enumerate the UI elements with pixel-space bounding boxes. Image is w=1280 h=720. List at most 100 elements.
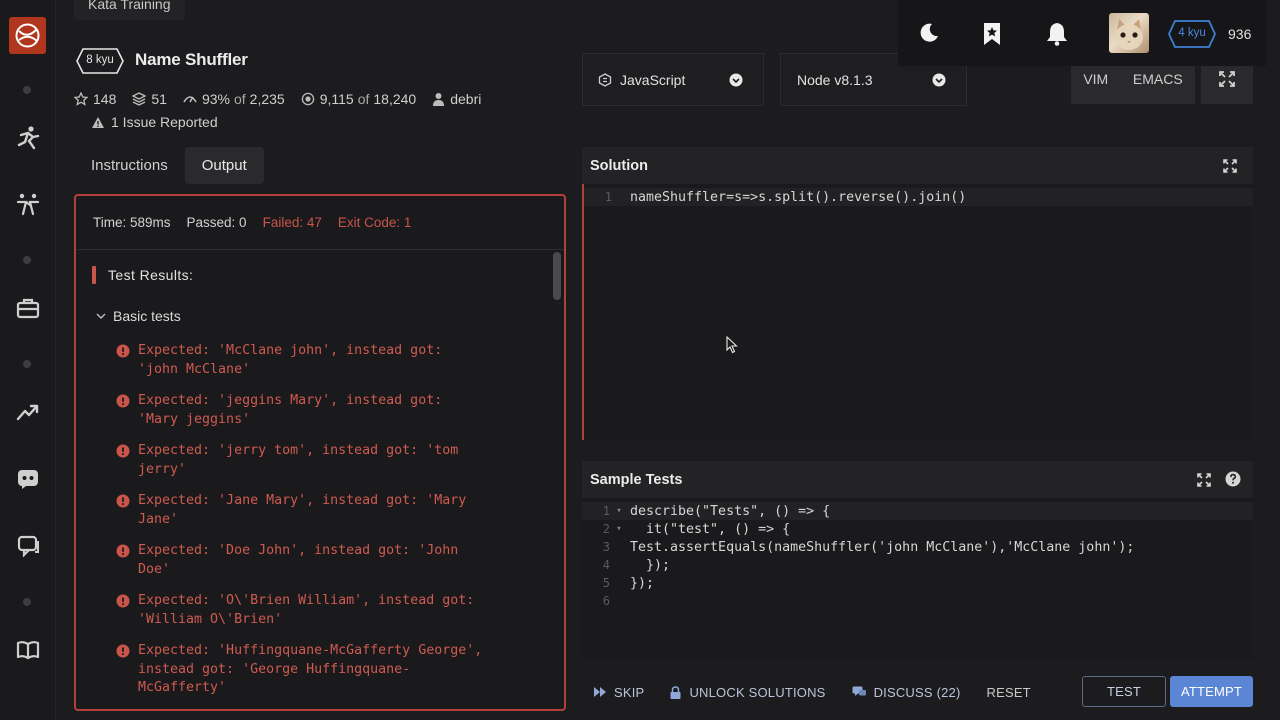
completed-stat: 9,115 of 18,240 [301, 91, 416, 107]
reset-button[interactable]: RESET [986, 685, 1030, 700]
unlock-solutions-button[interactable]: UNLOCK SOLUTIONS [670, 685, 825, 700]
solution-code[interactable]: 1 nameShuffler=s=>s.split().reverse().jo… [582, 184, 1253, 440]
test-button[interactable]: TEST [1082, 676, 1166, 707]
attempt-button[interactable]: ATTEMPT [1170, 676, 1253, 707]
completed-icon [301, 92, 314, 106]
book-icon[interactable] [14, 636, 42, 664]
failure-item: Expected: 'jerry tom', instead got: 'tom… [116, 442, 556, 479]
code-text: }); [630, 557, 671, 573]
fold-toggle[interactable]: ▾ [612, 524, 626, 534]
collections-stat[interactable]: 51 [132, 91, 167, 107]
discuss-icon [852, 686, 866, 696]
discuss-label: DISCUSS (22) [873, 684, 961, 700]
codewars-logo-icon[interactable] [9, 17, 46, 54]
fold-toggle[interactable]: ▾ [612, 506, 626, 516]
run-time: Time: 589ms [93, 215, 171, 230]
skip-button[interactable]: SKIP [594, 685, 644, 700]
honor-score: 936 [1228, 26, 1252, 42]
tab-output[interactable]: Output [184, 147, 264, 184]
failure-item: Expected: 'McClane john', instead got: '… [116, 342, 556, 379]
sample-tests-title: Sample Tests [590, 471, 683, 488]
briefcase-icon[interactable] [14, 294, 42, 322]
run-summary: Time: 589ms Passed: 0 Failed: 47 Exit Co… [76, 196, 564, 250]
discuss-button[interactable]: DISCUSS (22) [852, 685, 961, 700]
error-icon [116, 544, 130, 558]
expand-icon[interactable] [1223, 159, 1237, 173]
satisfaction-percent: 93% [201, 91, 230, 107]
completed-count: 9,115 [319, 91, 354, 107]
code-text: nameShuffler=s=>s.split().reverse().join… [630, 189, 967, 205]
help-icon[interactable] [1225, 471, 1241, 487]
completed-of: of [357, 91, 370, 107]
leaderboard-icon[interactable] [14, 398, 42, 426]
kyu-label: 8 kyu [86, 54, 114, 66]
passed-count: Passed: 0 [186, 215, 247, 230]
author-stat[interactable]: debri [432, 91, 481, 107]
code-line: 3 Test.assertEquals(nameShuffler('john M… [582, 538, 1253, 556]
failure-message: Expected: 'jerry tom', instead got: 'tom… [138, 443, 459, 477]
left-sidebar [0, 0, 56, 720]
language-select[interactable]: JavaScript [582, 53, 764, 106]
test-group-toggle[interactable]: Basic tests [96, 308, 181, 324]
stars-stat[interactable]: 148 [74, 91, 116, 107]
line-number: 5 [602, 576, 610, 590]
test-results-heading: Test Results: [92, 266, 193, 284]
stars-count: 148 [93, 91, 117, 107]
solution-header: Solution [582, 147, 1253, 184]
failure-message: Expected: 'Doe John', instead got: 'John… [138, 543, 459, 577]
line-number: 3 [602, 540, 610, 554]
output-panel: Time: 589ms Passed: 0 Failed: 47 Exit Co… [74, 194, 566, 711]
vim-mode-button[interactable]: VIM [1083, 71, 1108, 87]
line-number: 6 [602, 594, 610, 608]
satisfaction-icon [183, 96, 197, 103]
satisfaction-stat: 93% of 2,235 [183, 91, 285, 107]
failure-list: Expected: 'McClane john', instead got: '… [116, 342, 556, 709]
test-results-title: Test Results: [108, 267, 194, 283]
javascript-icon [598, 72, 612, 87]
sidebar-divider-dot [23, 360, 31, 368]
skip-label: SKIP [614, 684, 645, 700]
line-number: 4 [602, 558, 610, 572]
failure-item: Expected: 'O\'Brien William', instead go… [116, 592, 556, 629]
failure-item: Expected: 'Jane Mary', instead got: 'Mar… [116, 492, 556, 529]
action-bar: SKIP UNLOCK SOLUTIONS DISCUSS (22) RESET… [582, 672, 1253, 712]
issues-text: 1 Issue Reported [111, 114, 218, 130]
test-group-label: Basic tests [113, 308, 181, 324]
dojo-icon[interactable] [14, 190, 42, 218]
skip-icon [594, 687, 606, 697]
bookmark-icon[interactable] [982, 22, 1002, 46]
failure-item: Expected: 'Huffingquane-McGafferty Georg… [116, 642, 556, 698]
chat-icon[interactable] [14, 532, 42, 560]
expand-icon[interactable] [1197, 473, 1211, 487]
collections-count: 51 [151, 91, 167, 107]
training-icon[interactable] [14, 124, 42, 152]
exit-code: Exit Code: 1 [337, 215, 412, 230]
emacs-mode-button[interactable]: EMACS [1133, 71, 1183, 87]
sidebar-divider-dot [23, 256, 31, 264]
error-icon [116, 394, 130, 408]
code-line: 6 [582, 592, 1253, 610]
unlock-label: UNLOCK SOLUTIONS [689, 684, 826, 700]
output-scrollbar[interactable] [553, 252, 561, 300]
line-number: 1 [604, 190, 612, 204]
runtime-value: Node v8.1.3 [797, 71, 873, 88]
solution-editor: Solution 1 nameShuffler=s=>s.split().rev… [582, 147, 1253, 440]
star-icon [74, 92, 88, 106]
code-text: Test.assertEquals(nameShuffler('john McC… [630, 539, 1135, 555]
bell-icon[interactable] [1046, 22, 1068, 46]
kyu-badge: 8 kyu [76, 48, 124, 74]
avatar[interactable] [1109, 13, 1149, 53]
fail-indicator [92, 266, 96, 284]
moon-icon[interactable] [918, 22, 940, 44]
failure-item: Expected: 'jeggins Mary', instead got: '… [116, 392, 556, 429]
code-line: 1 nameShuffler=s=>s.split().reverse().jo… [584, 188, 1253, 206]
tab-instructions[interactable]: Instructions [74, 147, 185, 184]
satisfaction-votes: 2,235 [249, 91, 285, 107]
rank-badge[interactable]: 4 kyu [1168, 20, 1216, 48]
error-icon [116, 494, 130, 508]
breadcrumb[interactable]: Kata Training [74, 0, 185, 20]
code-line: 5 }); [582, 574, 1253, 592]
issues-link[interactable]: 1 Issue Reported [91, 114, 218, 130]
discord-icon[interactable] [14, 465, 42, 493]
sample-tests-code[interactable]: 1 ▾ describe("Tests", () => { 2 ▾ it("te… [582, 498, 1253, 660]
